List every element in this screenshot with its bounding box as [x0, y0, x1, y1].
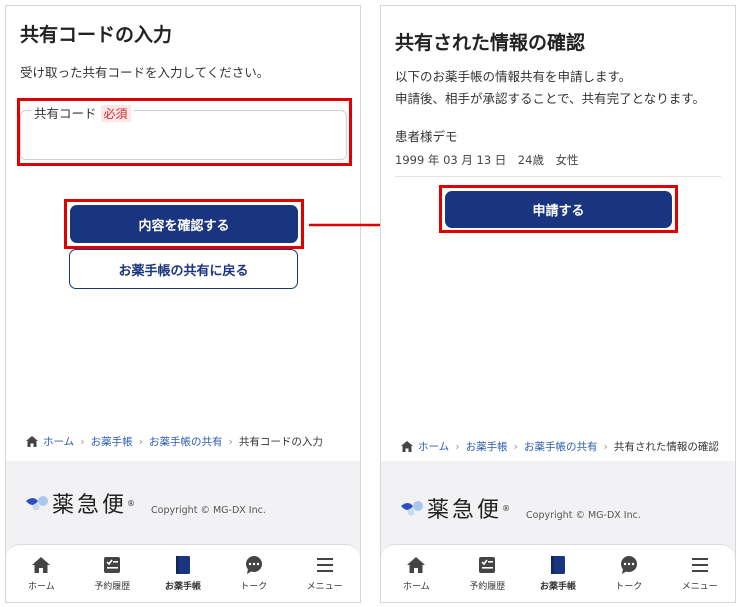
notebook-icon: [550, 556, 565, 574]
chevron-right-icon: ›: [513, 440, 518, 453]
main-content: 共有された情報の確認 以下のお薬手帳の情報共有を申請します。 申請後、相手が承認…: [381, 6, 735, 461]
chat-icon: [620, 556, 637, 574]
history-icon: [104, 557, 121, 573]
divider: [395, 176, 721, 177]
chevron-right-icon: ›: [80, 435, 85, 448]
highlight-box-confirm: [64, 199, 304, 249]
tab-history[interactable]: 予約履歴: [77, 545, 148, 602]
patient-info: 1999 年 03 月 13 日 24歳 女性: [395, 153, 579, 167]
tab-menu[interactable]: メニュー: [289, 545, 360, 602]
home-icon: [407, 557, 426, 573]
logo: 薬急便 ®: [399, 492, 510, 524]
tab-home[interactable]: ホーム: [6, 545, 77, 602]
back-to-share-button[interactable]: お薬手帳の共有に戻る: [69, 249, 298, 289]
breadcrumb: ホーム › お薬手帳 › お薬手帳の共有 › 共有コードの入力: [26, 434, 323, 449]
right-screen: 共有された情報の確認 以下のお薬手帳の情報共有を申請します。 申請後、相手が承認…: [380, 5, 736, 603]
chevron-right-icon: ›: [455, 440, 460, 453]
footer: 薬急便 ® Copyright © MG-DX Inc.: [381, 461, 735, 546]
footer: 薬急便 ® Copyright © MG-DX Inc.: [6, 461, 360, 546]
breadcrumb-current: 共有コードの入力: [238, 436, 323, 448]
home-icon: [26, 436, 38, 447]
logo-mark-icon: [26, 496, 48, 511]
tab-notebook[interactable]: お薬手帳: [148, 545, 219, 602]
page-description-2: 申請後、相手が承認することで、共有完了となります。: [395, 91, 706, 106]
page-description-1: 以下のお薬手帳の情報共有を申請します。: [395, 69, 632, 84]
highlight-box-apply: [439, 185, 678, 233]
history-icon: [479, 557, 496, 573]
highlight-box-field: [17, 98, 352, 166]
left-screen: 共有コードの入力 受け取った共有コードを入力してください。 共有コード 必須 内容…: [5, 5, 361, 603]
tab-home[interactable]: ホーム: [381, 545, 452, 602]
chat-icon: [245, 556, 262, 574]
tab-history[interactable]: 予約履歴: [452, 545, 523, 602]
main-content: 共有コードの入力 受け取った共有コードを入力してください。 共有コード 必須 内容…: [6, 6, 360, 461]
logo-mark-icon: [401, 501, 423, 516]
notebook-icon: [175, 556, 190, 574]
tab-menu[interactable]: メニュー: [664, 545, 735, 602]
tab-bar: ホーム 予約履歴 お薬手帳 トーク メニュー: [381, 544, 735, 602]
breadcrumb-share[interactable]: お薬手帳の共有: [149, 434, 223, 449]
patient-name: 患者様デモ: [395, 129, 458, 144]
copyright: Copyright © MG-DX Inc.: [526, 510, 641, 521]
page-description: 受け取った共有コードを入力してください。: [20, 65, 270, 80]
logo: 薬急便 ®: [24, 487, 135, 519]
tab-bar: ホーム 予約履歴 お薬手帳 トーク メニュー: [6, 544, 360, 602]
tab-talk[interactable]: トーク: [218, 545, 289, 602]
breadcrumb-home[interactable]: ホーム: [43, 434, 74, 449]
menu-icon: [316, 558, 333, 572]
home-icon: [32, 557, 51, 573]
home-icon: [401, 441, 413, 452]
copyright: Copyright © MG-DX Inc.: [151, 505, 266, 516]
chevron-right-icon: ›: [228, 435, 233, 448]
tab-notebook[interactable]: お薬手帳: [523, 545, 594, 602]
breadcrumb: ホーム › お薬手帳 › お薬手帳の共有 › 共有された情報の確認: [401, 439, 719, 454]
page-title: 共有された情報の確認: [395, 32, 586, 54]
chevron-right-icon: ›: [138, 435, 143, 448]
breadcrumb-current: 共有された情報の確認: [613, 441, 719, 453]
tab-talk[interactable]: トーク: [593, 545, 664, 602]
breadcrumb-home[interactable]: ホーム: [418, 439, 449, 454]
chevron-right-icon: ›: [603, 440, 608, 453]
breadcrumb-notebook[interactable]: お薬手帳: [91, 434, 133, 449]
page-title: 共有コードの入力: [20, 24, 173, 46]
menu-icon: [691, 558, 708, 572]
breadcrumb-share[interactable]: お薬手帳の共有: [524, 439, 598, 454]
breadcrumb-notebook[interactable]: お薬手帳: [466, 439, 508, 454]
